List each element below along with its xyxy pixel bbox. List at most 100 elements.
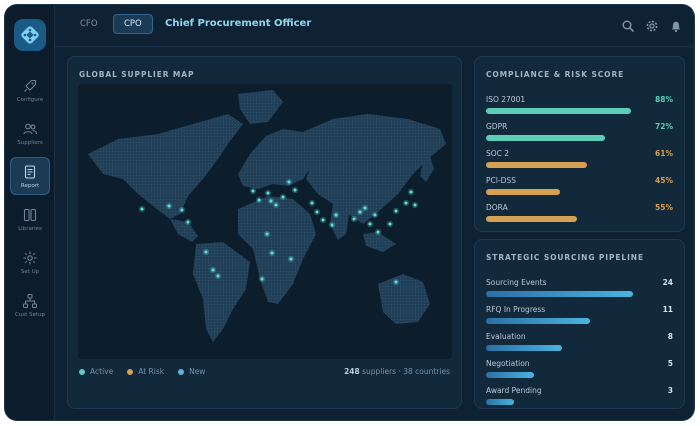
tab-cfo[interactable]: CFO	[70, 14, 108, 34]
tab-cpo[interactable]: CPO	[113, 14, 153, 34]
search-icon[interactable]	[621, 19, 635, 33]
compliance-bar	[486, 135, 605, 141]
pipeline-value: 3	[667, 386, 673, 395]
supplier-point[interactable]	[211, 268, 215, 272]
new-dot-icon	[178, 368, 185, 375]
world-map-graphic	[88, 90, 446, 342]
sidebar-item-set-up[interactable]: Set Up	[10, 243, 50, 281]
pipeline-value: 5	[667, 359, 673, 368]
pipeline-bar	[486, 318, 590, 324]
supplier-point[interactable]	[368, 222, 372, 226]
compliance-track	[486, 216, 651, 222]
page-title: Chief Procurement Officer	[165, 18, 312, 29]
supplier-point[interactable]	[404, 201, 408, 205]
legend-label: Active	[90, 367, 114, 376]
supplier-point[interactable]	[204, 250, 208, 254]
supplier-point[interactable]	[293, 188, 297, 192]
supplier-point[interactable]	[186, 220, 190, 224]
compliance-bar	[486, 216, 577, 222]
hierarchy-icon	[23, 293, 37, 308]
supplier-point[interactable]	[281, 195, 285, 199]
compliance-label: SOC 2	[486, 149, 510, 158]
active-dot-icon	[79, 368, 85, 375]
supplier-point[interactable]	[269, 199, 273, 203]
document-icon	[24, 164, 36, 179]
sidebar-item-label: Configure	[16, 96, 44, 103]
compliance-bar	[486, 108, 632, 114]
supplier-point[interactable]	[270, 251, 274, 255]
supplier-point[interactable]	[266, 191, 270, 195]
pipeline-value: 24	[662, 278, 673, 287]
pipeline-track	[486, 318, 651, 324]
sidebar-item-label: Set Up	[20, 268, 40, 275]
sidebar-item-label: Suppliers	[17, 139, 43, 146]
compliance-track	[486, 108, 651, 114]
supplier-point[interactable]	[216, 274, 220, 278]
sidebar-item-report[interactable]: Report	[10, 157, 50, 195]
supplier-point[interactable]	[289, 257, 293, 261]
pipeline-label: Evaluation	[486, 332, 526, 341]
compliance-panel: COMPLIANCE & RISK SCORE ISO 27001 88% GDPR…	[474, 56, 685, 232]
sidebar-item-libraries[interactable]: Libraries	[10, 200, 50, 238]
supplier-point[interactable]	[274, 203, 278, 207]
supplier-point[interactable]	[373, 213, 377, 217]
sidebar-item-cust-setup[interactable]: Cust Setup	[10, 286, 50, 324]
sidebar-item-label: Cust Setup	[14, 311, 46, 318]
supplier-point[interactable]	[140, 207, 144, 211]
supplier-point[interactable]	[251, 189, 255, 193]
supplier-point[interactable]	[388, 222, 392, 226]
pipeline-label: Award Pending	[486, 386, 542, 395]
pipeline-panel: STRATEGIC SOURCING PIPELINE Sourcing Eve…	[474, 239, 685, 409]
supplier-point[interactable]	[310, 201, 314, 205]
supplier-count: 248	[344, 367, 360, 376]
pipeline-label: RFQ In Progress	[486, 305, 546, 314]
compliance-bar	[486, 162, 587, 168]
supplier-point[interactable]	[180, 208, 184, 212]
rocket-icon	[24, 79, 37, 92]
pipeline-value: 11	[662, 305, 673, 314]
supplier-point[interactable]	[413, 203, 417, 207]
pipeline-value: 8	[667, 332, 673, 341]
settings-icon	[23, 251, 37, 264]
supplier-point[interactable]	[167, 204, 171, 208]
supplier-point[interactable]	[376, 230, 380, 234]
compliance-value: 88%	[655, 95, 673, 104]
supplier-point[interactable]	[334, 213, 338, 217]
supplier-point[interactable]	[394, 280, 398, 284]
supplier-point[interactable]	[260, 277, 264, 281]
logo-icon	[21, 26, 39, 44]
supplier-map-panel: GLOBAL SUPPLIER MAP Active At Risk New 2…	[67, 56, 462, 409]
gear-icon[interactable]	[645, 19, 659, 33]
supplier-point[interactable]	[265, 232, 269, 236]
panel-title: COMPLIANCE & RISK SCORE	[486, 70, 625, 79]
supplier-point[interactable]	[315, 210, 319, 214]
bell-icon[interactable]	[669, 19, 683, 33]
compliance-label: ISO 27001	[486, 95, 526, 104]
supplier-point[interactable]	[287, 180, 291, 184]
supplier-point[interactable]	[352, 217, 356, 221]
app-window: Configure Suppliers Report Libraries Set…	[5, 5, 694, 420]
supplier-point[interactable]	[358, 210, 362, 214]
compliance-track	[486, 189, 651, 195]
compliance-track	[486, 162, 651, 168]
compliance-value: 61%	[655, 149, 673, 158]
supplier-point[interactable]	[321, 218, 325, 222]
supplier-point[interactable]	[394, 209, 398, 213]
supplier-point[interactable]	[363, 206, 367, 210]
pipeline-track	[486, 399, 651, 405]
sidebar-item-suppliers[interactable]: Suppliers	[10, 114, 50, 152]
legend-label: At Risk	[138, 367, 165, 376]
compliance-bar	[486, 189, 561, 195]
world-map[interactable]	[78, 84, 452, 359]
pipeline-label: Sourcing Events	[486, 278, 547, 287]
supplier-point[interactable]	[409, 190, 413, 194]
supplier-point[interactable]	[257, 198, 261, 202]
compliance-value: 72%	[655, 122, 673, 131]
compliance-value: 55%	[655, 203, 673, 212]
compliance-label: GDPR	[486, 122, 508, 131]
at-risk-dot-icon	[127, 368, 134, 375]
sidebar-item-configure[interactable]: Configure	[10, 71, 50, 109]
app-logo[interactable]	[14, 19, 46, 51]
top-bar: CFO CPO Chief Procurement Officer	[55, 5, 694, 47]
supplier-point[interactable]	[330, 223, 334, 227]
